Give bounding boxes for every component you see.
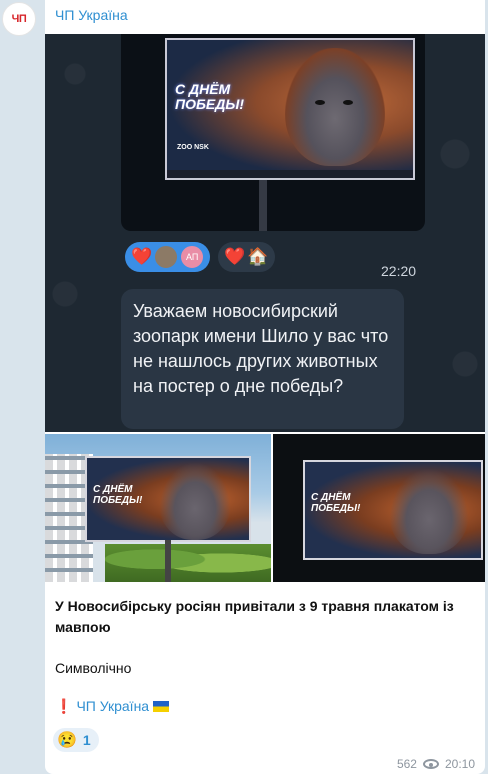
heart-icon: ❤️	[224, 247, 246, 266]
channel-avatar[interactable]: ЧП	[2, 2, 36, 36]
channel-signature-link[interactable]: ❗ ЧП Україна	[55, 698, 170, 715]
signature-text[interactable]: ЧП Україна	[76, 698, 149, 714]
billboard: С ДНЁМ ПОБЕДЫ! ZOO NSK	[165, 38, 415, 180]
photo-album: С ДНЁМ ПОБЕДЫ! С ДНЁМ ПОБЕДЫ!	[45, 434, 485, 582]
billboard: С ДНЁМ ПОБЕДЫ!	[85, 456, 251, 542]
crying-face-icon: 😢	[57, 732, 77, 749]
trees	[105, 544, 271, 582]
zoo-logo: ZOO NSK	[177, 144, 209, 151]
screenshot-image[interactable]: С ДНЁМ ПОБЕДЫ! ZOO NSK ❤️ АП ❤️ 🏠 22:20 …	[45, 34, 485, 432]
avatar: АП	[180, 245, 205, 269]
screenshot-reactions: ❤️ АП ❤️ 🏠	[125, 242, 275, 274]
message-meta: 562 20:10	[397, 757, 475, 771]
heart-icon: ❤️	[131, 247, 153, 266]
billboard: С ДНЁМ ПОБЕДЫ!	[303, 460, 483, 560]
views-count: 562	[396, 757, 417, 771]
avatar	[154, 245, 179, 269]
ukraine-flag-icon	[153, 701, 170, 712]
post-body: Символічно	[55, 660, 132, 676]
message-bubble: ЧП Україна С ДНЁМ ПОБЕДЫ! ZOO NSK ❤️ АП	[45, 0, 485, 774]
eye-icon	[422, 759, 439, 769]
post-title: У Новосибірську росіян привітали з 9 тра…	[55, 598, 454, 635]
photo-night[interactable]: С ДНЁМ ПОБЕДЫ!	[273, 434, 485, 582]
house-icon: 🏠	[247, 247, 269, 266]
reaction-pill: ❤️ 🏠	[218, 242, 275, 272]
exclamation-icon: ❗	[55, 698, 73, 714]
photo-day[interactable]: С ДНЁМ ПОБЕДЫ!	[45, 434, 271, 582]
orangutan-face	[285, 48, 385, 166]
billboard-text: С ДНЁМ ПОБЕДЫ!	[93, 484, 143, 506]
post-text: У Новосибірську росіян привітали з 9 тра…	[55, 596, 475, 679]
billboard-pole	[259, 180, 267, 231]
billboard-text: С ДНЁМ ПОБЕДЫ!	[311, 492, 361, 514]
reaction-count: 1	[82, 732, 91, 748]
screenshot-time: 22:20	[381, 263, 417, 279]
message-time: 20:10	[444, 757, 475, 771]
billboard-text: С ДНЁМ ПОБЕДЫ!	[175, 81, 244, 112]
billboard-photo: С ДНЁМ ПОБЕДЫ! ZOO NSK	[121, 34, 425, 231]
screenshot-message: Уважаем новосибирский зоопарк имени Шило…	[121, 289, 404, 429]
channel-name[interactable]: ЧП Україна	[55, 7, 128, 23]
reaction-button[interactable]: 😢 1	[53, 728, 99, 752]
reaction-pill: ❤️ АП	[125, 242, 211, 272]
